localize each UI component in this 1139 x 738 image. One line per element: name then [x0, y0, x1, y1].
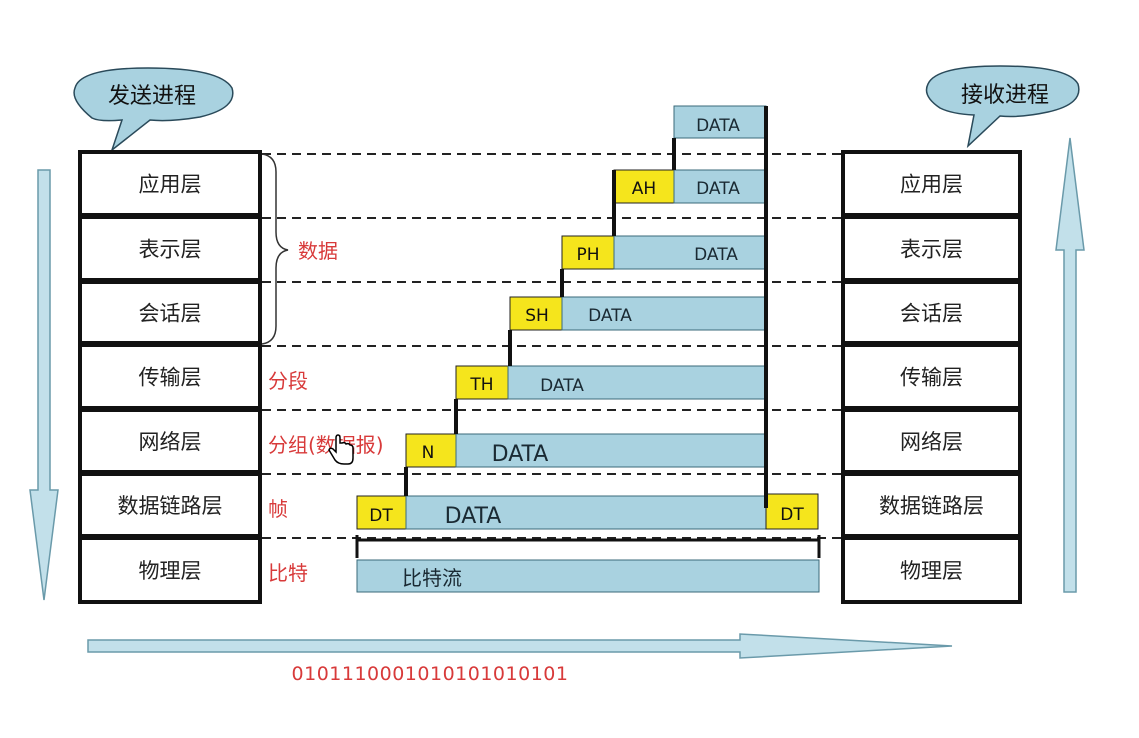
receiver-layer-label: 应用层: [900, 173, 963, 197]
sender-layer-label: 应用层: [139, 173, 202, 197]
sender-layer-label: 传输层: [139, 366, 202, 390]
unit-segment-label: 分段: [268, 369, 308, 393]
sh-data-text: DATA: [588, 306, 632, 326]
dt-tail-header: DT: [780, 505, 804, 525]
brace-icon: [261, 153, 289, 345]
n-header: N: [422, 443, 435, 463]
receiver-label: 接收进程: [961, 83, 1049, 108]
osi-encapsulation-diagram: 发送进程 接收进程 应用层表示层会话层传输层网络层数据链路层物理层 应用层表示层…: [29, 65, 1085, 685]
sender-layer-label: 表示层: [139, 238, 202, 262]
sh-header: SH: [525, 306, 549, 326]
receiver-bubble: 接收进程: [925, 65, 1080, 149]
th-data-text: DATA: [540, 376, 584, 396]
dt-data-text: DATA: [445, 504, 502, 529]
sender-label: 发送进程: [108, 84, 196, 109]
bitstream-label: 比特流: [402, 566, 462, 590]
receiver-layer-stack: 应用层表示层会话层传输层网络层数据链路层物理层: [841, 150, 1022, 604]
up-arrow-icon: [1055, 137, 1085, 593]
sender-layer-stack: 应用层表示层会话层传输层网络层数据链路层物理层: [78, 150, 262, 604]
receiver-layer-label: 表示层: [900, 238, 963, 262]
sender-layer-label: 会话层: [139, 302, 202, 326]
top-data-text: DATA: [696, 116, 740, 136]
binary-string: 0101110001010101010101: [292, 663, 569, 685]
sender-layer-label: 数据链路层: [118, 494, 223, 518]
down-arrow-icon: [29, 169, 59, 601]
unit-frame-label: 帧: [268, 497, 288, 521]
receiver-layer-label: 传输层: [900, 366, 963, 390]
right-arrow-icon: [87, 633, 953, 659]
receiver-layer-label: 数据链路层: [879, 494, 984, 518]
dt-head-header: DT: [369, 506, 393, 526]
ah-data-text: DATA: [696, 179, 740, 199]
ph-header: PH: [576, 245, 599, 265]
receiver-layer-label: 物理层: [900, 559, 963, 583]
sender-bubble: 发送进程: [73, 67, 234, 153]
ph-data-text: DATA: [694, 245, 738, 265]
unit-bit-label: 比特: [268, 561, 308, 585]
receiver-layer-label: 会话层: [900, 302, 963, 326]
layer-boundary-lines: [262, 153, 841, 539]
ah-header: AH: [632, 179, 656, 199]
unit-data-label: 数据: [298, 239, 338, 263]
encapsulation-staircase: DATA AH DATA PH DATA SH DATA TH DATA N D…: [355, 105, 821, 593]
n-data-text: DATA: [492, 442, 549, 467]
sender-layer-label: 网络层: [139, 430, 202, 454]
unit-packet-label: 分组(数据报): [268, 433, 384, 457]
sender-layer-label: 物理层: [139, 559, 202, 583]
receiver-layer-label: 网络层: [900, 430, 963, 454]
th-header: TH: [469, 375, 493, 395]
